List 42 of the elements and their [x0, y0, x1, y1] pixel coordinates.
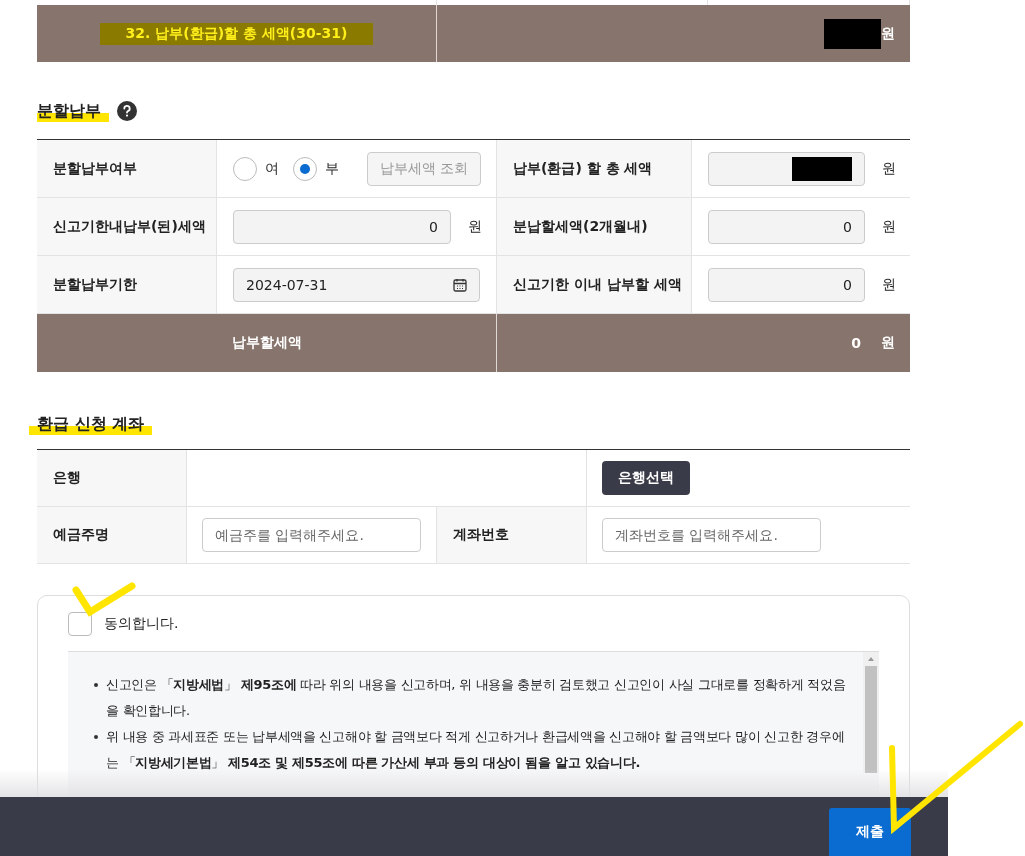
- submit-button[interactable]: 제출: [829, 808, 911, 856]
- field-label: 신고기한내납부(된)세액: [37, 198, 217, 256]
- bank-select-button[interactable]: 은행선택: [602, 461, 690, 495]
- total-value: 0: [851, 335, 861, 351]
- unit-label: 원: [882, 217, 896, 236]
- field-label: 계좌번호: [437, 507, 587, 564]
- account-holder-field[interactable]: 예금주를 입력해주세요.: [202, 518, 421, 552]
- unit-label: 원: [881, 334, 895, 352]
- field-label: 신고기한 이내 납부할 세액: [497, 256, 692, 314]
- field-label: 납부(환급) 할 총 세액: [497, 140, 692, 198]
- field-label: 분할납부기한: [37, 256, 217, 314]
- field-label: 은행: [37, 450, 187, 507]
- field-label: 분납할세액(2개월내): [497, 198, 692, 256]
- bullet-dot: [94, 683, 98, 687]
- scrollbar[interactable]: [863, 652, 879, 773]
- agree-checkbox[interactable]: [68, 612, 92, 636]
- redaction-block: [792, 156, 852, 181]
- total-label: 납부할세액: [231, 334, 302, 352]
- amount-field[interactable]: [708, 151, 865, 186]
- radio-label[interactable]: 여: [265, 159, 279, 178]
- bullet-dot: [94, 735, 98, 739]
- amount-field[interactable]: 0: [708, 209, 865, 244]
- account-number-field[interactable]: 계좌번호를 입력해주세요.: [602, 518, 821, 552]
- field-label: 예금주명: [37, 507, 187, 564]
- radio-button[interactable]: [233, 156, 257, 181]
- checkbox-label[interactable]: 동의합니다.: [104, 615, 179, 633]
- field-label: 분할납부여부: [37, 140, 217, 198]
- summary-label: 32. 납부(환급)할 총 세액(30-31): [99, 22, 374, 45]
- calendar-icon[interactable]: [453, 277, 467, 292]
- unit-label: 원: [468, 217, 482, 236]
- help-icon[interactable]: [117, 101, 137, 121]
- redaction-block: [824, 18, 881, 49]
- unit-label: 원: [882, 159, 896, 178]
- terms-text: 위 내용 중 과세표준 또는 납부세액을 신고해야 할 금액보다 적게 신고하거나 환급세액을 신고해야 할 금액보다 많이 신고한 경우에는 「지방세기본법」 제54조 및 제55조에 따른 가산세 부과 등의 대상이 됨을 알고 있습니다.: [106, 728, 846, 772]
- date-field[interactable]: 2024-07-31: [233, 267, 480, 302]
- radio-label[interactable]: 부: [325, 159, 339, 178]
- terms-text: 신고인은 「지방세법」 제95조에 따라 위의 내용을 신고하며, 위 내용을 충분히 검토했고 신고인이 사실 그대로를 정확하게 적었음을 확인합니다.: [106, 676, 847, 720]
- unit-label: 원: [882, 275, 896, 294]
- unit-label: 원: [881, 24, 895, 43]
- amount-field[interactable]: 0: [708, 267, 865, 302]
- radio-button[interactable]: [293, 156, 317, 181]
- amount-field[interactable]: 0: [233, 209, 451, 244]
